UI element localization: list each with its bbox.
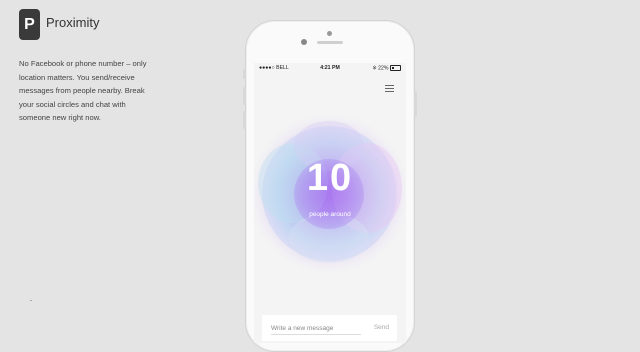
- bluetooth-icon: ※: [372, 65, 377, 72]
- status-right: ※ 22%: [372, 65, 401, 71]
- app-name: Proximity: [46, 15, 100, 30]
- phone-volume-up: [243, 87, 246, 105]
- message-composer: Send: [262, 315, 397, 341]
- front-camera: [327, 31, 332, 36]
- people-around-label: people around: [309, 211, 351, 218]
- people-count: 10: [306, 157, 354, 199]
- message-input[interactable]: [271, 322, 361, 335]
- phone-power-button: [414, 91, 417, 117]
- menu-icon[interactable]: [385, 85, 394, 92]
- earpiece-speaker: [317, 41, 343, 44]
- app-logo: P: [19, 9, 40, 40]
- battery-percent: 22%: [378, 65, 389, 72]
- battery-icon: [390, 65, 401, 71]
- phone-screen: ●●●●○ BELL 4:21 PM ※ 22% 10 people aroun…: [254, 63, 406, 343]
- phone-mockup: ●●●●○ BELL 4:21 PM ※ 22% 10 people aroun…: [243, 20, 417, 352]
- status-bar: ●●●●○ BELL 4:21 PM ※ 22%: [254, 63, 406, 73]
- send-button[interactable]: Send: [374, 324, 389, 331]
- phone-mute-switch: [243, 69, 246, 79]
- divider-tick: [30, 300, 32, 301]
- app-description: No Facebook or phone number – only locat…: [19, 59, 147, 122]
- phone-volume-down: [243, 111, 246, 129]
- proximity-sensor: [301, 39, 307, 45]
